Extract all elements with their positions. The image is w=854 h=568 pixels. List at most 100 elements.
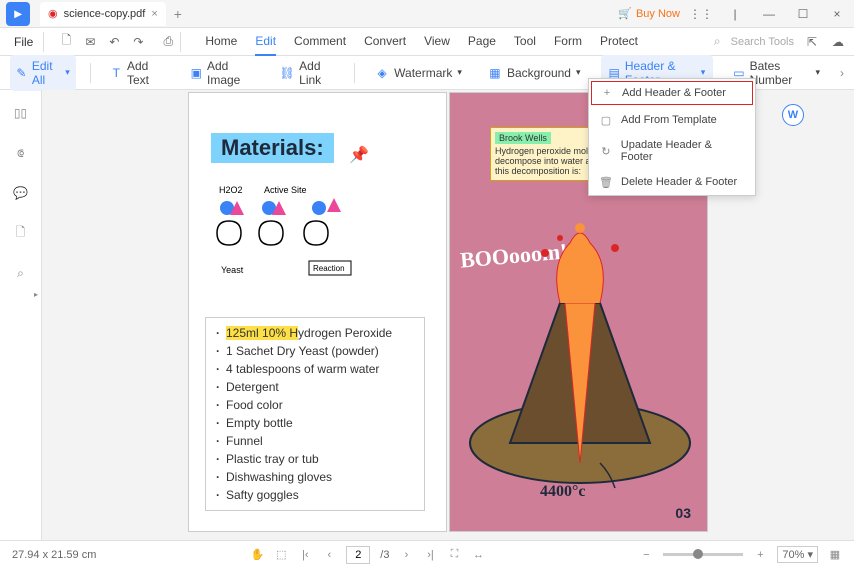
last-page-icon[interactable]: ›| [423, 548, 437, 562]
highlighted-text: 125ml 10% H [226, 326, 298, 340]
edit-all-button[interactable]: ✎ Edit All ▾ [10, 55, 76, 91]
tab-filename: science-copy.pdf [64, 8, 146, 20]
reaction-label: Reaction [313, 264, 345, 273]
mail-icon[interactable]: ✉ [82, 34, 98, 50]
word-export-badge[interactable]: W [782, 104, 804, 126]
minimize-button[interactable]: — [756, 3, 782, 25]
close-tab-icon[interactable]: × [151, 8, 157, 20]
list-item: Funnel [216, 432, 414, 450]
add-link-button[interactable]: ⛓ Add Link [274, 55, 340, 91]
chevron-down-icon: ▾ [815, 67, 820, 78]
zoom-select[interactable]: 70% ▾ [777, 546, 818, 563]
first-page-icon[interactable]: |‹ [298, 548, 312, 562]
add-tab-button[interactable]: + [174, 6, 182, 22]
list-item: 1 Sachet Dry Yeast (powder) [216, 342, 414, 360]
add-from-template-item[interactable]: ▢ Add From Template [589, 107, 755, 133]
settings-icon[interactable]: ⋮⋮ [688, 3, 714, 25]
divider-icon: | [722, 3, 748, 25]
enzyme-diagram: H2O2 Active Site Yeast Reaction [209, 183, 369, 283]
total-pages: /3 [380, 549, 389, 561]
page-number: 03 [675, 505, 691, 521]
prev-page-icon[interactable]: ‹ [322, 548, 336, 562]
file-menu[interactable]: File [8, 35, 39, 49]
text-icon: T [111, 66, 122, 80]
list-item: Safty goggles [216, 486, 414, 504]
template-icon: ▢ [599, 113, 613, 127]
delete-header-footer-item[interactable]: 🗑 Delete Header & Footer [589, 169, 755, 195]
expand-sidebar-icon[interactable]: ▸ [34, 290, 42, 330]
page-dimensions: 27.94 x 21.59 cm [12, 549, 96, 561]
tab-protect[interactable]: Protect [600, 28, 638, 56]
undo-icon[interactable]: ↶ [106, 34, 122, 50]
watermark-button[interactable]: ◈ Watermark ▾ [369, 62, 468, 84]
plus-icon: + [600, 86, 614, 100]
search-icon: ⌕ [714, 34, 721, 49]
bookmark-icon[interactable]: ⟃ [12, 144, 30, 162]
image-icon: ▣ [191, 66, 202, 80]
zoom-out-icon[interactable]: − [639, 548, 653, 562]
zoom-thumb[interactable] [693, 549, 703, 559]
thumbnails-icon[interactable]: ▯▯ [12, 104, 30, 122]
tab-convert[interactable]: Convert [364, 28, 406, 56]
page-left[interactable]: Materials: 📌 H2O2 Active Site Yeast Reac… [188, 92, 447, 532]
page-number-input[interactable] [346, 546, 370, 564]
background-button[interactable]: ▦ Background ▾ [482, 62, 587, 84]
pin-icon: 📌 [349, 145, 369, 165]
h2o2-label: H2O2 [219, 185, 243, 195]
tab-view[interactable]: View [424, 28, 450, 56]
fit-width-icon[interactable]: ↔ [471, 548, 485, 562]
attachments-icon[interactable]: 🗋 [12, 224, 30, 242]
tab-comment[interactable]: Comment [294, 28, 346, 56]
search-tools[interactable]: Search Tools [731, 36, 794, 48]
save-icon[interactable]: 🗋 [58, 34, 74, 50]
buy-now-link[interactable]: 🛒 Buy Now [618, 7, 680, 20]
tab-edit[interactable]: Edit [255, 28, 276, 56]
search-panel-icon[interactable]: ⌕ [12, 264, 30, 282]
fit-page-icon[interactable]: ⛶ [447, 548, 461, 562]
chevron-down-icon: ▾ [457, 67, 462, 78]
zoom-slider[interactable] [663, 553, 743, 556]
tab-tool[interactable]: Tool [514, 28, 536, 56]
share-icon[interactable]: ⇱ [804, 34, 820, 50]
divider [90, 63, 91, 83]
divider [180, 32, 181, 52]
cloud-icon[interactable]: ☁ [830, 34, 846, 50]
select-tool-icon[interactable]: ⬚ [274, 548, 288, 562]
add-header-footer-item[interactable]: + Add Header & Footer [591, 81, 753, 105]
left-sidebar: ▯▯ ⟃ 💬 🗋 ⌕ ▸ [0, 90, 42, 540]
tab-form[interactable]: Form [554, 28, 582, 56]
scroll-right-icon[interactable]: › [840, 66, 844, 80]
volcano-illustration [460, 213, 700, 493]
add-image-button[interactable]: ▣ Add Image [185, 55, 261, 91]
active-site-label: Active Site [264, 185, 307, 195]
redo-icon[interactable]: ↷ [130, 34, 146, 50]
main-tabs: Home Edit Comment Convert View Page Tool… [205, 28, 638, 56]
document-tab[interactable]: ◉ science-copy.pdf × [40, 2, 166, 26]
link-icon: ⛓ [280, 66, 294, 80]
add-text-button[interactable]: T Add Text [105, 55, 171, 91]
maximize-button[interactable]: ☐ [790, 3, 816, 25]
materials-heading: Materials: [211, 133, 334, 163]
next-page-icon[interactable]: › [399, 548, 413, 562]
list-item: Dishwashing gloves [216, 468, 414, 486]
view-mode-icon[interactable]: ▦ [828, 548, 842, 562]
chevron-down-icon: ▾ [701, 67, 706, 78]
pdf-icon: ◉ [48, 7, 58, 20]
tab-home[interactable]: Home [205, 28, 237, 56]
hand-tool-icon[interactable]: ✋ [250, 548, 264, 562]
divider [354, 63, 355, 83]
temperature-label: 4400°c [540, 483, 586, 501]
titlebar: ▸ ◉ science-copy.pdf × + 🛒 Buy Now ⋮⋮ | … [0, 0, 854, 28]
update-header-footer-item[interactable]: ↻ Upadate Header & Footer [589, 133, 755, 169]
trash-icon: 🗑 [599, 175, 613, 189]
list-item: 125ml 10% Hydrogen Peroxide [216, 324, 414, 342]
zoom-in-icon[interactable]: + [753, 548, 767, 562]
chevron-down-icon: ▾ [576, 67, 581, 78]
tab-page[interactable]: Page [468, 28, 496, 56]
close-window-button[interactable]: × [824, 3, 850, 25]
refresh-icon: ↻ [599, 144, 613, 158]
comments-icon[interactable]: 💬 [12, 184, 30, 202]
edit-icon: ✎ [16, 66, 27, 80]
list-item: Empty bottle [216, 414, 414, 432]
print-icon[interactable]: ⎙ [160, 34, 176, 50]
